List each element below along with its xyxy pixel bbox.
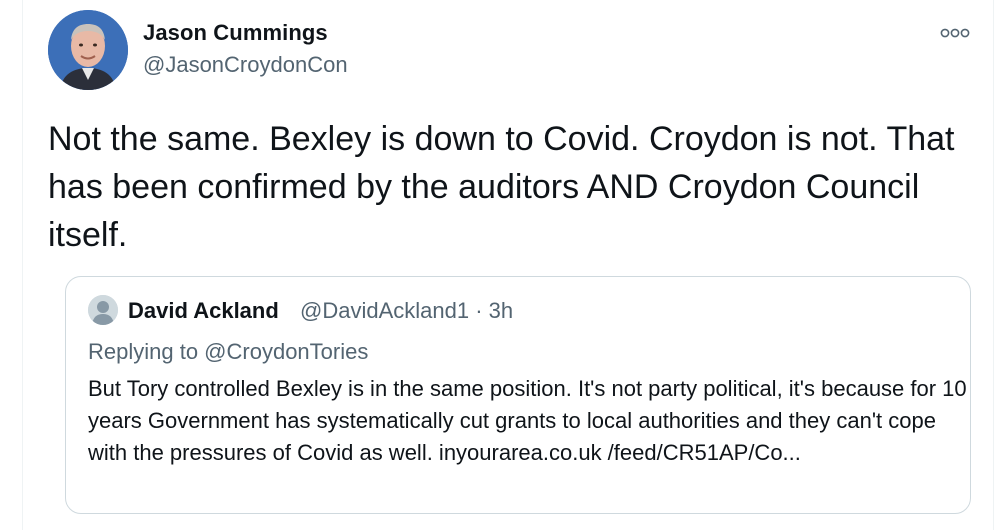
author-handle[interactable]: @JasonCroydonCon: [143, 52, 348, 78]
meta-separator: ·: [475, 298, 483, 323]
replying-to: Replying to @CroydonTories: [88, 339, 369, 364]
default-avatar-icon: [88, 295, 118, 325]
quoted-author-handle[interactable]: @DavidAckland1: [300, 298, 469, 323]
quoted-author-name[interactable]: David Ackland: [128, 298, 279, 324]
quoted-author-meta: @DavidAckland1 · 3h: [300, 298, 513, 324]
tweet-text: Not the same. Bexley is down to Covid. C…: [48, 120, 955, 254]
avatar-photo-icon: [48, 10, 128, 90]
author-name[interactable]: Jason Cummings: [143, 20, 328, 46]
quoted-author-avatar[interactable]: [88, 295, 118, 325]
quoted-tweet[interactable]: David Ackland @DavidAckland1 · 3h Replyi…: [65, 276, 971, 514]
author-avatar[interactable]: [48, 10, 128, 90]
quoted-tweet-text: But Tory controlled Bexley is in the sam…: [88, 376, 967, 465]
quoted-timestamp[interactable]: 3h: [489, 298, 513, 323]
more-horizontal-icon[interactable]: [940, 26, 970, 38]
tweet-card: Jason Cummings @JasonCroydonCon Not the …: [22, 0, 994, 530]
